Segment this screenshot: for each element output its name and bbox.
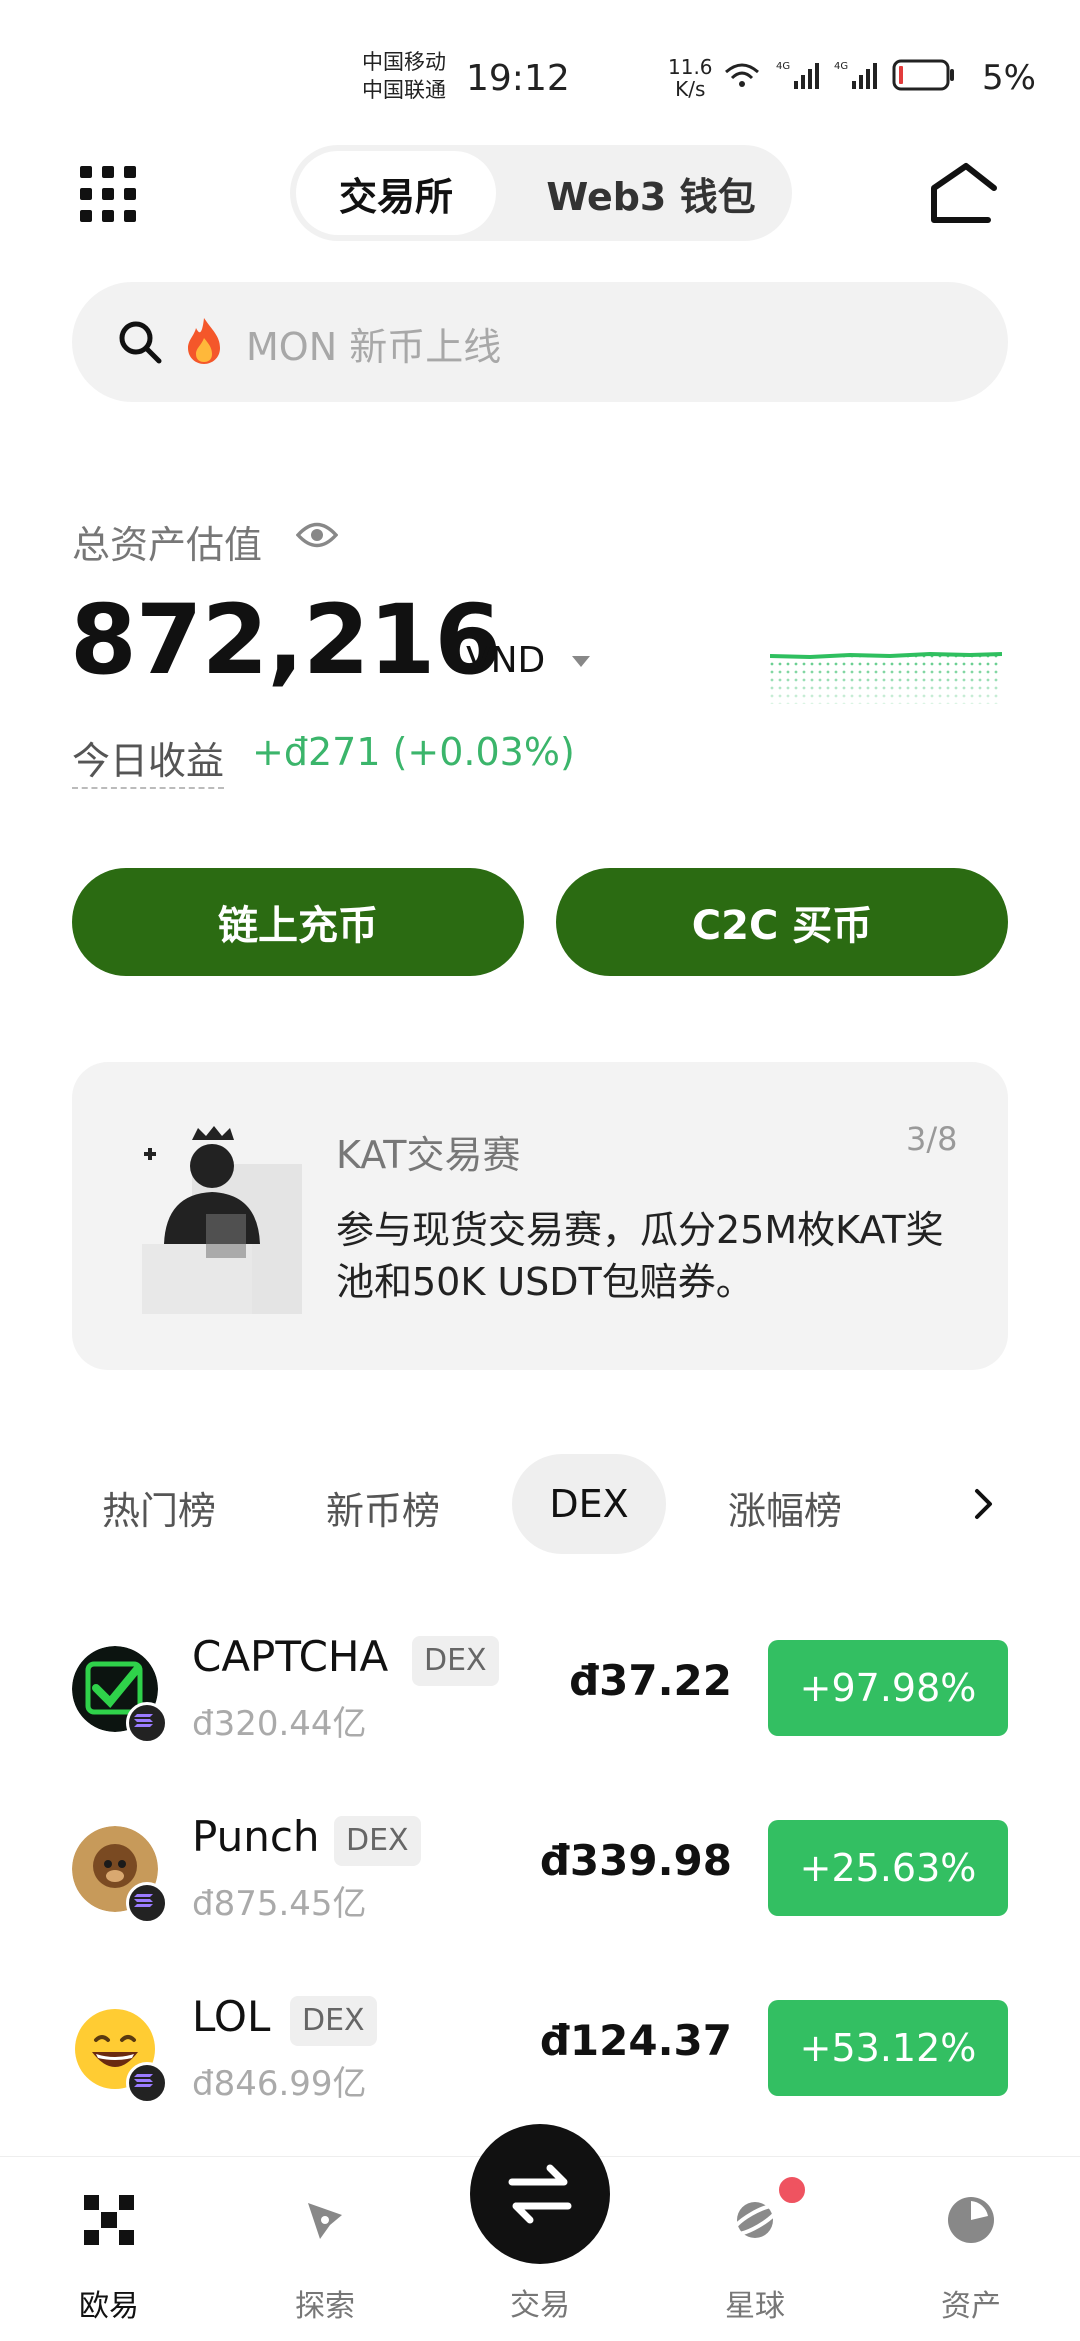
- planet-icon: [730, 2202, 780, 2238]
- promo-description: 参与现货交易赛，瓜分25M枚KAT奖池和50K USDT包赔券。: [336, 1208, 944, 1304]
- dex-badge: DEX: [412, 1636, 499, 1686]
- search-placeholder: MON 新币上线: [246, 325, 502, 369]
- price-change-badge[interactable]: +97.98%: [768, 1640, 1008, 1736]
- coin-price: đ339.98: [539, 1836, 732, 1885]
- balance-sparkline: [770, 651, 1002, 716]
- search-icon: [119, 321, 162, 364]
- promo-banner[interactable]: KAT交易赛 3/8 参与现货交易赛，瓜分25M枚KAT奖池和50K USDT包…: [72, 1062, 1008, 1370]
- tab-gainers[interactable]: 涨幅榜: [728, 1480, 842, 1535]
- battery-icon: [892, 59, 954, 91]
- onchain-deposit-button[interactable]: 链上充币: [72, 868, 524, 976]
- battery-percent: 5%: [982, 58, 1036, 98]
- coin-market-cap: đ320.44亿: [192, 1704, 367, 1744]
- compass-icon: [308, 2203, 342, 2239]
- notification-dot: [776, 2174, 808, 2206]
- network-speed-value: 11.6: [668, 55, 713, 79]
- status-time: 19:12: [466, 58, 570, 99]
- carrier-2: 中国联通: [362, 78, 446, 102]
- promo-title: KAT交易赛: [336, 1133, 521, 1177]
- coin-name: LOL: [192, 1992, 271, 2041]
- svg-text:4G: 4G: [776, 61, 790, 72]
- total-assets-label: 总资产估值: [72, 523, 263, 567]
- nav-home[interactable]: 欧易: [34, 2157, 174, 2341]
- signal-4g-icon: 4G: [776, 61, 819, 89]
- carrier-names: 中国移动 中国联通: [362, 48, 446, 104]
- coin-market-cap: đ875.45亿: [192, 1884, 367, 1924]
- svg-text:4G: 4G: [834, 61, 848, 72]
- tab-exchange[interactable]: 交易所: [296, 151, 496, 235]
- tab-new-coins[interactable]: 新币榜: [326, 1480, 440, 1535]
- chevron-right-icon[interactable]: [972, 1486, 996, 1522]
- eye-icon[interactable]: [296, 520, 338, 550]
- nav-assets-label: 资产: [941, 2289, 1001, 2324]
- price-change-badge[interactable]: +25.63%: [768, 1820, 1008, 1916]
- nav-explore[interactable]: 探索: [250, 2157, 390, 2341]
- home-icon[interactable]: [928, 160, 1000, 226]
- nav-planet-label: 星球: [725, 2289, 785, 2324]
- nav-assets[interactable]: 资产: [896, 2157, 1036, 2341]
- caret-down-icon[interactable]: [572, 656, 590, 667]
- fire-icon: [188, 318, 220, 364]
- search-bar[interactable]: MON 新币上线: [72, 282, 1008, 402]
- coin-price: đ124.37: [539, 2016, 732, 2065]
- solana-chain-icon: [126, 1702, 168, 1744]
- trade-button[interactable]: [470, 2124, 610, 2264]
- solana-chain-icon: [126, 2062, 168, 2104]
- tab-dex[interactable]: DEX: [512, 1454, 666, 1554]
- network-speed-unit: K/s: [675, 77, 706, 101]
- coin-name: Punch: [192, 1812, 320, 1861]
- carrier-1: 中国移动: [362, 50, 446, 74]
- swap-arrows-icon: [508, 2164, 572, 2224]
- price-change-badge[interactable]: +53.12%: [768, 2000, 1008, 2096]
- nav-explore-label: 探索: [295, 2289, 355, 2324]
- nav-trade-label: 交易: [510, 2288, 570, 2323]
- okx-logo-icon: [84, 2195, 134, 2245]
- list-item[interactable]: Punch DEX đ875.45亿 đ339.98 +25.63%: [0, 1800, 1080, 1940]
- today-pnl-value: +đ271 (+0.03%): [252, 730, 575, 774]
- today-pnl-label[interactable]: 今日收益: [72, 730, 225, 789]
- status-icons: 4G 4G: [722, 58, 956, 92]
- tab-web3-wallet[interactable]: Web3 钱包: [520, 151, 782, 235]
- menu-grid-icon[interactable]: [80, 166, 136, 222]
- network-speed: 11.6 K/s: [668, 56, 713, 100]
- nav-home-label: 欧易: [79, 2289, 139, 2324]
- tab-hot-list[interactable]: 热门榜: [102, 1480, 216, 1535]
- signal-4g-icon-2: 4G: [834, 61, 877, 89]
- dex-badge: DEX: [334, 1816, 421, 1866]
- coin-price: đ37.22: [569, 1656, 732, 1705]
- dex-badge: DEX: [290, 1996, 377, 2046]
- pie-chart-icon: [948, 2197, 994, 2243]
- total-assets-value: 872,216: [70, 584, 501, 696]
- solana-chain-icon: [126, 1882, 168, 1924]
- list-item[interactable]: CAPTCHA DEX đ320.44亿 đ37.22 +97.98%: [0, 1620, 1080, 1760]
- c2c-buy-button[interactable]: C2C 买币: [556, 868, 1008, 976]
- wifi-icon: [725, 63, 759, 87]
- trading-contest-illustration: [142, 1126, 302, 1314]
- currency-selector[interactable]: VND: [466, 640, 545, 681]
- mode-switch: 交易所 Web3 钱包: [290, 145, 792, 241]
- list-item[interactable]: LOL DEX đ846.99亿 đ124.37 +53.12%: [0, 1980, 1080, 2120]
- coin-market-cap: đ846.99亿: [192, 2064, 367, 2104]
- coin-name: CAPTCHA: [192, 1632, 389, 1681]
- promo-page-indicator: 3/8: [906, 1120, 958, 1158]
